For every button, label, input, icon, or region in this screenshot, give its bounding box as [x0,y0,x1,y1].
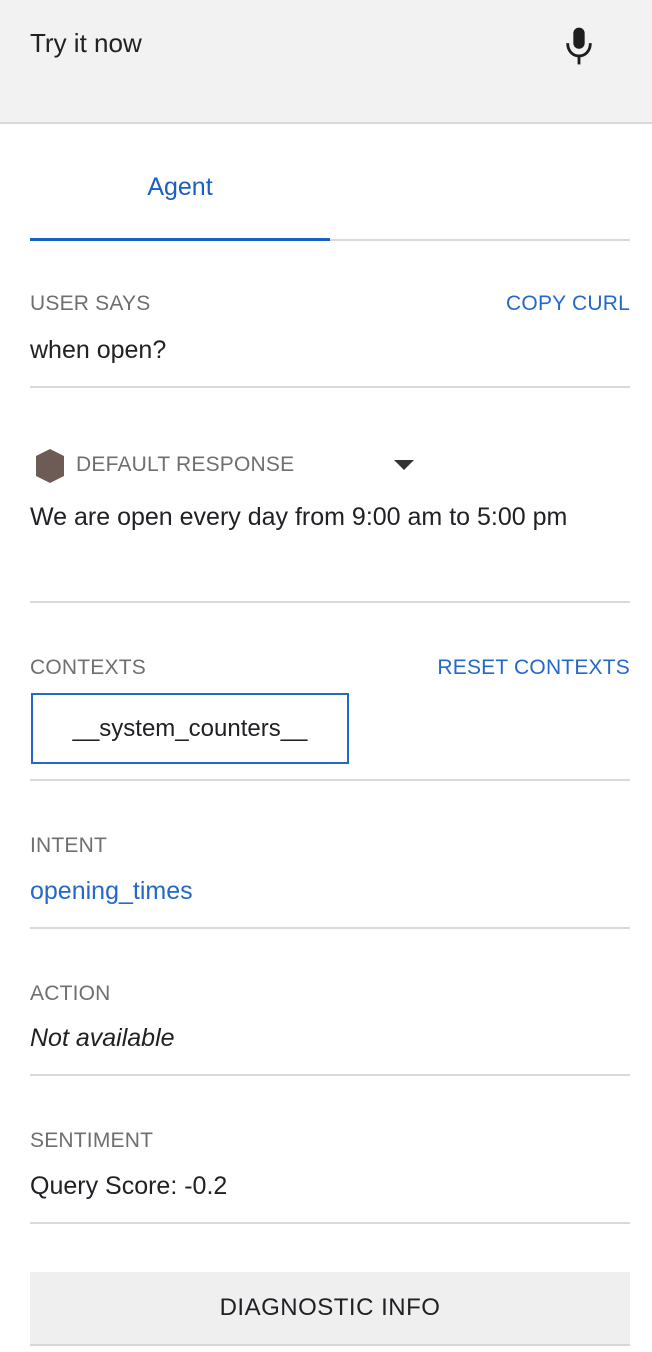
sentiment-value: Query Score: -0.2 [30,1172,228,1200]
intent-link[interactable]: opening_times [30,877,193,906]
reset-contexts-link[interactable]: RESET CONTEXTS [437,656,630,680]
microphone-icon[interactable] [562,26,596,66]
user-says-label: USER SAYS [30,292,151,315]
divider [30,1222,630,1224]
bot-avatar-icon [36,449,64,483]
sentiment-label: SENTIMENT [30,1129,154,1152]
default-response-value: We are open every day from 9:00 am to 5:… [30,503,568,531]
tab-agent[interactable]: Agent [30,150,330,240]
divider [30,386,630,388]
copy-curl-link[interactable]: COPY CURL [506,292,630,316]
divider [30,779,630,781]
context-chip[interactable]: __system_counters__ [31,693,349,764]
intent-label: INTENT [30,834,108,857]
try-it-now-bar: Try it now [0,0,652,124]
tab-bar: Agent [30,150,630,241]
divider [30,1074,630,1076]
default-response-label: DEFAULT RESPONSE [76,453,295,476]
divider [30,927,630,929]
caret-down-icon[interactable] [394,460,414,470]
action-value: Not available [30,1024,175,1052]
action-label: ACTION [30,982,111,1005]
contexts-label: CONTEXTS [30,656,146,679]
try-it-now-input[interactable]: Try it now [30,28,142,59]
diagnostic-info-button[interactable]: DIAGNOSTIC INFO [30,1272,630,1346]
divider [30,601,630,603]
active-tab-indicator [30,238,330,241]
tab-baseline [330,239,630,241]
user-says-value: when open? [30,336,167,364]
